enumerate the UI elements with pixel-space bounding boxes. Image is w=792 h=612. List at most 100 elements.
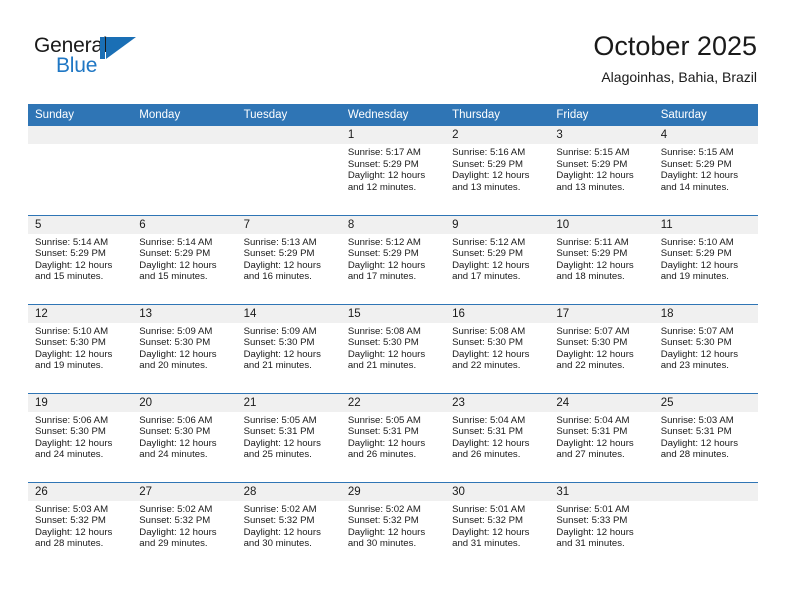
- day-details: Sunrise: 5:14 AM Sunset: 5:29 PM Daylight:…: [28, 234, 132, 283]
- sunrise-time: Sunrise: 5:01 AM: [452, 503, 526, 515]
- calendar-day-cell[interactable]: 7 Sunrise: 5:13 AM Sunset: 5:29 PM Daylight…: [236, 214, 341, 304]
- daylight-line-2: and 22 minutes.: [556, 360, 625, 372]
- daylight-line-1: Daylight: 12 hours: [139, 526, 217, 538]
- calendar-day-cell[interactable]: 31 Sunrise: 5:01 AM Sunset: 5:33 PM Dayligh…: [549, 481, 654, 571]
- day-number: [28, 126, 133, 144]
- daylight-line-2: and 19 minutes.: [660, 271, 729, 283]
- sunrise-time: Sunrise: 5:12 AM: [347, 236, 421, 248]
- daylight-line-1: Daylight: 12 hours: [660, 437, 739, 449]
- calendar-day-cell[interactable]: 15 Sunrise: 5:08 AM Sunset: 5:30 PM Dayligh…: [340, 303, 446, 393]
- day-details: Sunrise: 5:02 AM Sunset: 5:32 PM Daylight:…: [237, 501, 341, 550]
- daylight-line-1: Daylight: 12 hours: [556, 526, 634, 538]
- day-number: 13: [132, 304, 237, 323]
- sunrise-time: Sunrise: 5:08 AM: [452, 325, 526, 337]
- daylight-line-1: Daylight: 12 hours: [35, 259, 113, 271]
- calendar-day-cell[interactable]: 5 Sunrise: 5:14 AM Sunset: 5:29 PM Daylight…: [28, 214, 133, 304]
- daylight-line-1: Daylight: 12 hours: [347, 348, 426, 360]
- calendar-day-cell[interactable]: 8 Sunrise: 5:12 AM Sunset: 5:29 PM Daylight…: [340, 214, 446, 304]
- sunrise-time: Sunrise: 5:12 AM: [452, 236, 526, 248]
- calendar-week-row: 1 Sunrise: 5:17 AM Sunset: 5:29 PM Daylight…: [28, 126, 758, 215]
- calendar-day-cell[interactable]: 10 Sunrise: 5:11 AM Sunset: 5:29 PM Dayligh…: [549, 214, 654, 304]
- sunrise-time: Sunrise: 5:05 AM: [347, 414, 421, 426]
- day-details: Sunrise: 5:05 AM Sunset: 5:31 PM Daylight:…: [341, 412, 445, 461]
- calendar-day-cell[interactable]: 6 Sunrise: 5:14 AM Sunset: 5:29 PM Daylight…: [132, 214, 237, 304]
- daylight-line-1: Daylight: 12 hours: [660, 348, 739, 360]
- calendar-day-cell[interactable]: 12 Sunrise: 5:10 AM Sunset: 5:30 PM Dayligh…: [28, 303, 133, 393]
- calendar-day-cell[interactable]: 29 Sunrise: 5:02 AM Sunset: 5:32 PM Dayligh…: [340, 481, 446, 571]
- calendar-day-cell[interactable]: 9 Sunrise: 5:12 AM Sunset: 5:29 PM Daylight…: [445, 214, 550, 304]
- calendar-day-cell[interactable]: 2 Sunrise: 5:16 AM Sunset: 5:29 PM Daylight…: [445, 126, 550, 215]
- daylight-line-2: and 30 minutes.: [243, 538, 312, 550]
- calendar-day-cell[interactable]: 11 Sunrise: 5:10 AM Sunset: 5:29 PM Dayligh…: [653, 214, 758, 304]
- day-details: Sunrise: 5:09 AM Sunset: 5:30 PM Daylight:…: [132, 323, 236, 372]
- calendar-day-cell[interactable]: 20 Sunrise: 5:06 AM Sunset: 5:30 PM Dayligh…: [132, 392, 237, 482]
- calendar-day-cell[interactable]: 16 Sunrise: 5:08 AM Sunset: 5:30 PM Dayligh…: [445, 303, 550, 393]
- sunset-time: Sunset: 5:29 PM: [347, 248, 419, 260]
- day-number: 21: [236, 393, 341, 412]
- sunrise-time: Sunrise: 5:15 AM: [660, 147, 734, 158]
- calendar-day-cell[interactable]: 4 Sunrise: 5:15 AM Sunset: 5:29 PM Daylight…: [653, 126, 758, 215]
- sunrise-time: Sunrise: 5:03 AM: [35, 503, 109, 515]
- day-details: Sunrise: 5:06 AM Sunset: 5:30 PM Daylight:…: [28, 412, 132, 461]
- calendar-day-cell[interactable]: 14 Sunrise: 5:09 AM Sunset: 5:30 PM Dayligh…: [236, 303, 341, 393]
- day-details: Sunrise: 5:12 AM Sunset: 5:29 PM Daylight:…: [445, 234, 549, 283]
- calendar-day-cell[interactable]: 23 Sunrise: 5:04 AM Sunset: 5:31 PM Dayligh…: [445, 392, 550, 482]
- sunset-time: Sunset: 5:30 PM: [347, 337, 419, 349]
- calendar-day-cell[interactable]: 25 Sunrise: 5:03 AM Sunset: 5:31 PM Dayligh…: [653, 392, 758, 482]
- calendar-day-cell[interactable]: 18 Sunrise: 5:07 AM Sunset: 5:30 PM Dayligh…: [653, 303, 758, 393]
- daylight-line-1: Daylight: 12 hours: [452, 526, 530, 538]
- calendar-day-cell[interactable]: 1 Sunrise: 5:17 AM Sunset: 5:29 PM Daylight…: [340, 126, 446, 215]
- calendar-day-cell[interactable]: 17 Sunrise: 5:07 AM Sunset: 5:30 PM Dayligh…: [549, 303, 654, 393]
- weekday-header-sunday: Sunday: [28, 104, 133, 126]
- daylight-line-1: Daylight: 12 hours: [243, 437, 321, 449]
- sunset-time: Sunset: 5:29 PM: [452, 248, 524, 260]
- day-number: 22: [340, 393, 446, 412]
- calendar-day-cell[interactable]: 19 Sunrise: 5:06 AM Sunset: 5:30 PM Dayligh…: [28, 392, 133, 482]
- calendar-day-cell[interactable]: 3 Sunrise: 5:15 AM Sunset: 5:29 PM Daylight…: [549, 126, 654, 215]
- daylight-line-2: and 13 minutes.: [452, 181, 521, 193]
- daylight-line-1: Daylight: 12 hours: [35, 526, 113, 538]
- sunset-time: Sunset: 5:31 PM: [243, 426, 315, 438]
- daylight-line-1: Daylight: 12 hours: [139, 348, 217, 360]
- calendar-week-row: 12 Sunrise: 5:10 AM Sunset: 5:30 PM Dayligh…: [28, 303, 758, 393]
- calendar-day-cell[interactable]: 22 Sunrise: 5:05 AM Sunset: 5:31 PM Dayligh…: [340, 392, 446, 482]
- calendar-day-cell[interactable]: 26 Sunrise: 5:03 AM Sunset: 5:32 PM Dayligh…: [28, 481, 133, 571]
- calendar-day-cell-empty: [28, 126, 133, 215]
- day-details: Sunrise: 5:16 AM Sunset: 5:29 PM Daylight:…: [445, 144, 549, 193]
- calendar-day-cell[interactable]: 30 Sunrise: 5:01 AM Sunset: 5:32 PM Dayligh…: [445, 481, 550, 571]
- day-number: 29: [340, 482, 446, 501]
- sunrise-time: Sunrise: 5:14 AM: [139, 236, 213, 248]
- calendar-day-cell[interactable]: 27 Sunrise: 5:02 AM Sunset: 5:32 PM Dayligh…: [132, 481, 237, 571]
- day-number: 25: [653, 393, 758, 412]
- calendar-day-cell[interactable]: 13 Sunrise: 5:09 AM Sunset: 5:30 PM Dayligh…: [132, 303, 237, 393]
- day-number: [653, 482, 758, 501]
- day-number: 14: [236, 304, 341, 323]
- sunset-time: Sunset: 5:30 PM: [139, 337, 211, 349]
- calendar-day-cell[interactable]: 21 Sunrise: 5:05 AM Sunset: 5:31 PM Dayligh…: [236, 392, 341, 482]
- sunset-time: Sunset: 5:29 PM: [35, 248, 106, 260]
- sunset-time: Sunset: 5:29 PM: [660, 248, 732, 260]
- sunset-time: Sunset: 5:29 PM: [139, 248, 211, 260]
- title-block: October 2025 Alagoinhas, Bahia, Brazil: [593, 30, 757, 86]
- day-number: [236, 126, 341, 144]
- sunrise-time: Sunrise: 5:02 AM: [347, 503, 421, 515]
- calendar-day-cell[interactable]: 28 Sunrise: 5:02 AM Sunset: 5:32 PM Dayligh…: [236, 481, 341, 571]
- sunrise-time: Sunrise: 5:07 AM: [660, 325, 734, 337]
- daylight-line-2: and 24 minutes.: [139, 449, 208, 461]
- weekday-header-tuesday: Tuesday: [236, 104, 341, 126]
- day-number: 11: [653, 215, 758, 234]
- calendar-day-cell-empty: [236, 126, 341, 215]
- daylight-line-1: Daylight: 12 hours: [452, 170, 530, 182]
- sunset-time: Sunset: 5:31 PM: [660, 426, 732, 438]
- general-blue-logo[interactable]: General Blue: [34, 34, 144, 80]
- sunrise-time: Sunrise: 5:01 AM: [556, 503, 630, 515]
- sunrise-time: Sunrise: 5:06 AM: [139, 414, 213, 426]
- sunrise-time: Sunrise: 5:10 AM: [35, 325, 109, 337]
- calendar-week-row: 19 Sunrise: 5:06 AM Sunset: 5:30 PM Dayligh…: [28, 392, 758, 482]
- daylight-line-1: Daylight: 12 hours: [660, 259, 739, 271]
- day-details: Sunrise: 5:04 AM Sunset: 5:31 PM Daylight:…: [445, 412, 549, 461]
- day-number: 12: [28, 304, 133, 323]
- day-number: [132, 126, 237, 144]
- calendar-day-cell[interactable]: 24 Sunrise: 5:04 AM Sunset: 5:31 PM Dayligh…: [549, 392, 654, 482]
- daylight-line-1: Daylight: 12 hours: [347, 526, 426, 538]
